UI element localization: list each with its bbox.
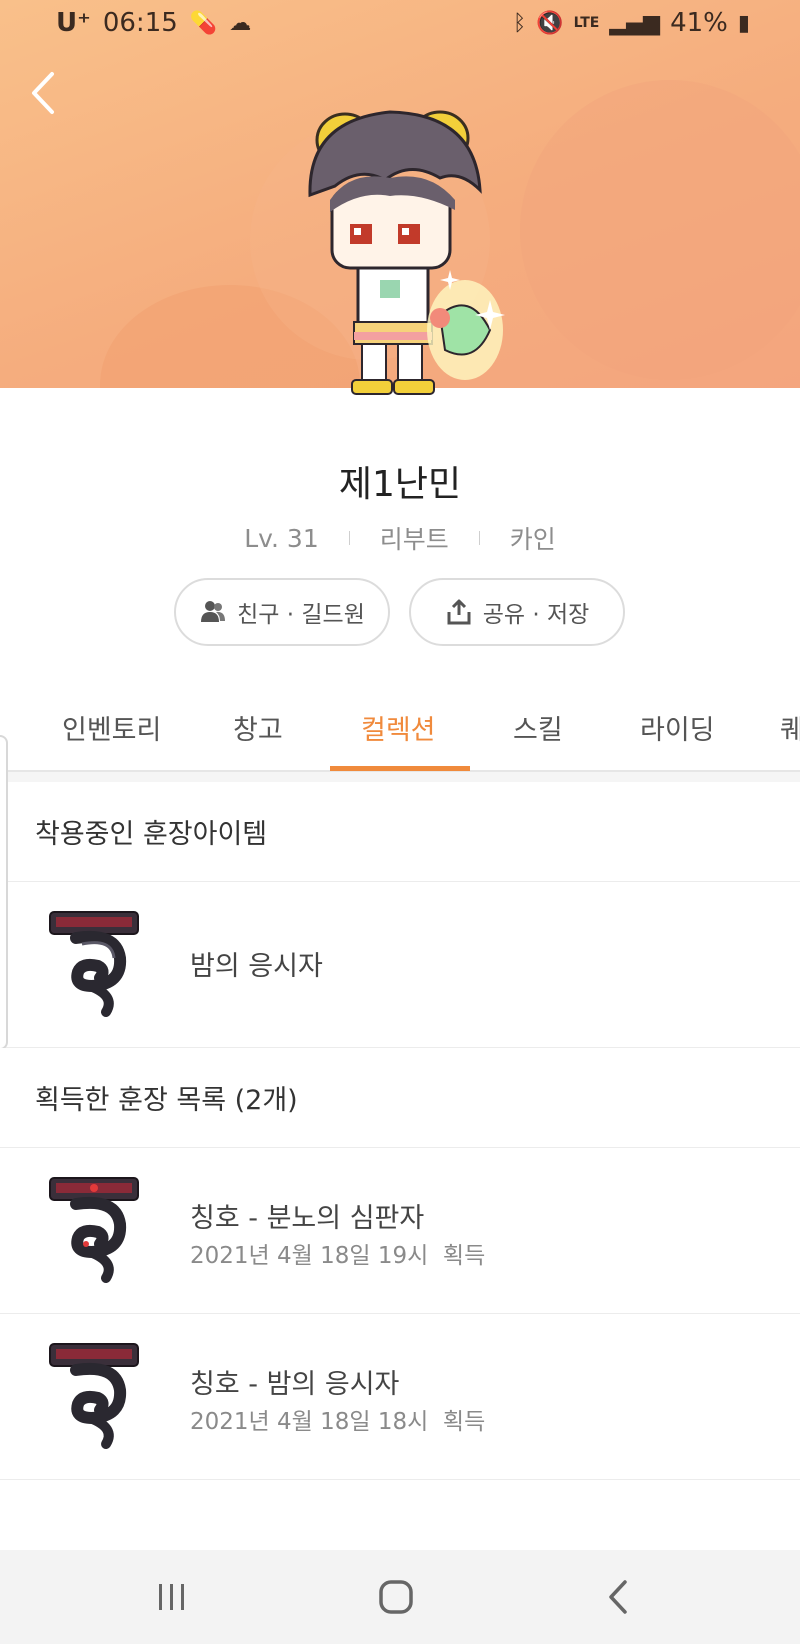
medal-status: 획득 xyxy=(442,1409,486,1435)
medal-date-value: 2021년 4월 18일 19시 xyxy=(190,1243,429,1269)
clock: 06:15 xyxy=(102,8,178,38)
tab-storage[interactable]: 창고 xyxy=(233,708,283,747)
medal-list-item[interactable]: 칭호 - 밤의 응시자 2021년 4월 18일 18시 획득 xyxy=(0,1314,800,1480)
section-spacer xyxy=(0,772,800,782)
mute-icon: 🔇 xyxy=(536,10,564,36)
medal-date: 2021년 4월 18일 18시 획득 xyxy=(190,1402,485,1436)
tab-bar: 인벤토리 창고 컬렉션 스킬 라이딩 퀘 xyxy=(0,690,800,772)
friends-guild-label: 친구 · 길드원 xyxy=(237,602,365,628)
medal-name: 밤의 응시자 xyxy=(190,951,323,982)
screen: U⁺ 06:15 💊 ☁ ᛒ 🔇 LTE ▂▄▆ 41% ▮ 제1난민 Lv. … xyxy=(0,0,800,1644)
status-bar: U⁺ 06:15 💊 ☁ ᛒ 🔇 LTE ▂▄▆ 41% ▮ xyxy=(0,0,800,48)
side-panel-handle[interactable] xyxy=(0,735,8,1050)
medal-status: 획득 xyxy=(442,1243,486,1269)
medal-title: 칭호 - 밤의 응시자 xyxy=(190,1369,400,1400)
back-button[interactable] xyxy=(24,66,64,120)
carrier-label: U⁺ xyxy=(56,8,91,38)
share-save-button[interactable]: 공유 · 저장 xyxy=(409,578,625,646)
medal-date: 2021년 4월 18일 19시 획득 xyxy=(190,1236,485,1270)
character-name: 제1난민 xyxy=(338,464,462,505)
medal-list-item[interactable]: 칭호 - 분노의 심판자 2021년 4월 18일 19시 획득 xyxy=(0,1148,800,1314)
medal-icon xyxy=(49,911,139,1017)
share-save-label: 공유 · 저장 xyxy=(482,602,590,628)
active-tab-indicator xyxy=(330,766,470,771)
character-level: Lv. 31 xyxy=(244,523,319,553)
system-nav-bar xyxy=(0,1550,800,1644)
banner-decoration xyxy=(520,80,800,380)
pill-icon: 💊 xyxy=(189,10,218,36)
tab-quest[interactable]: 퀘 xyxy=(780,708,800,747)
home-icon xyxy=(379,1580,413,1614)
chevron-left-icon xyxy=(609,1580,627,1614)
signal-icon: ▂▄▆ xyxy=(609,10,661,36)
obtained-section-heading: 획득한 훈장 목록 (2개) xyxy=(0,1048,800,1148)
character-world: 리부트 xyxy=(379,525,449,554)
medal-date-value: 2021년 4월 18일 18시 xyxy=(190,1409,429,1435)
friends-guild-button[interactable]: 친구 · 길드원 xyxy=(174,578,390,646)
medal-title: 칭호 - 분노의 심판자 xyxy=(190,1203,425,1234)
chevron-left-icon xyxy=(32,72,54,114)
battery-icon: ▮ xyxy=(737,10,750,36)
character-job: 카인 xyxy=(509,525,556,554)
medal-icon xyxy=(49,1177,139,1283)
bluetooth-icon: ᛒ xyxy=(513,10,527,36)
cloud-icon: ☁ xyxy=(229,10,252,36)
home-button[interactable] xyxy=(371,1572,421,1622)
equipped-section-heading: 착용중인 훈장아이템 xyxy=(0,782,800,882)
tab-collection[interactable]: 컬렉션 xyxy=(361,708,436,747)
network-label: LTE xyxy=(573,15,600,31)
battery-percent: 41% xyxy=(670,8,728,38)
tab-inventory[interactable]: 인벤토리 xyxy=(62,708,161,747)
divider xyxy=(478,531,480,545)
recent-apps-button[interactable] xyxy=(147,1572,197,1622)
equipped-medal-row[interactable]: 밤의 응시자 xyxy=(0,882,800,1048)
divider xyxy=(348,531,350,545)
recent-apps-icon xyxy=(159,1584,184,1610)
system-back-button[interactable] xyxy=(595,1572,645,1622)
share-icon xyxy=(447,599,471,625)
character-meta: Lv. 31 리부트 카인 xyxy=(0,520,800,556)
users-icon xyxy=(201,601,226,622)
character-avatar xyxy=(290,100,530,410)
medal-icon xyxy=(49,1343,139,1449)
tab-skill[interactable]: 스킬 xyxy=(513,708,563,747)
tab-riding[interactable]: 라이딩 xyxy=(640,708,715,747)
